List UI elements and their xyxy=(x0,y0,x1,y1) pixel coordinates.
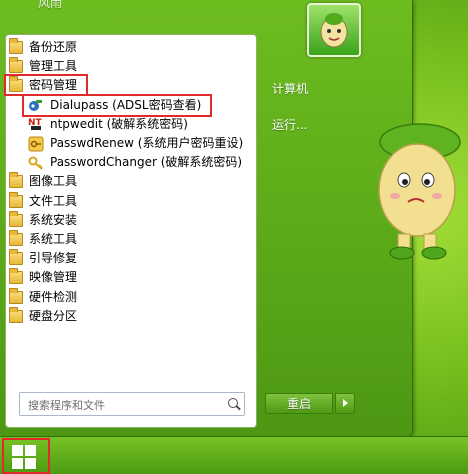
folder-icon xyxy=(9,287,23,304)
mascot-character-icon xyxy=(378,123,461,260)
highlight-box-dialupass xyxy=(22,94,212,117)
item-label: PasswdRenew (系统用户密码重设) xyxy=(50,136,244,151)
item-label: ntpwedit (破解系统密码) xyxy=(50,116,188,131)
folder-item-image-tools[interactable]: 图像工具 xyxy=(8,172,254,191)
passwdrenew-icon xyxy=(28,136,44,152)
item-label: 硬盘分区 xyxy=(29,308,78,323)
folder-item-disk-partition[interactable]: 硬盘分区 xyxy=(8,306,254,326)
item-label: 映像管理 xyxy=(29,270,78,285)
item-label: 系统工具 xyxy=(29,231,78,246)
item-label: 图像工具 xyxy=(29,174,78,189)
folder-item-system-tools[interactable]: 系统工具 xyxy=(8,229,254,249)
mascot-avatar-icon xyxy=(320,13,348,48)
user-avatar[interactable] xyxy=(307,3,361,57)
folder-item-backup-restore[interactable]: 备份还原 xyxy=(8,38,254,57)
ntpwedit-icon: NT xyxy=(28,116,44,132)
item-label: PasswordChanger (破解系统密码) xyxy=(50,155,243,170)
folder-icon xyxy=(9,57,23,74)
folder-icon xyxy=(9,229,23,246)
key-icon xyxy=(28,155,44,171)
app-item-ntpwedit[interactable]: NT ntpwedit (破解系统密码) xyxy=(8,115,254,134)
folder-icon xyxy=(9,306,23,323)
programs-pane: 备份还原 管理工具 密码管理 Dialupass (ADSL密码查看) NT n… xyxy=(4,34,257,428)
search-box[interactable] xyxy=(19,392,245,416)
item-label: 引导修复 xyxy=(29,251,78,266)
app-item-passwordchanger[interactable]: PasswordChanger (破解系统密码) xyxy=(8,153,254,172)
search-icon[interactable] xyxy=(228,398,238,408)
windows-logo-icon xyxy=(12,445,36,469)
folder-icon xyxy=(9,172,23,189)
right-item-computer[interactable]: 计算机 xyxy=(272,80,308,97)
folder-item-file-tools[interactable]: 文件工具 xyxy=(8,191,254,211)
item-label: 硬件检测 xyxy=(29,289,78,304)
folder-icon xyxy=(9,268,23,285)
folder-item-system-install[interactable]: 系统安装 xyxy=(8,210,254,230)
app-item-passwdrenew[interactable]: PasswdRenew (系统用户密码重设) xyxy=(8,134,254,153)
user-name: 风雨 xyxy=(38,0,63,10)
restart-button[interactable]: 重启 xyxy=(265,393,333,414)
folder-item-boot-repair[interactable]: 引导修复 xyxy=(8,249,254,268)
item-label: 系统安装 xyxy=(29,212,78,227)
right-item-run[interactable]: 运行... xyxy=(272,116,307,133)
start-menu: 风雨 备份还原 管理工具 密码管理 Dialupass (ADSL密码查看) N… xyxy=(0,0,413,437)
folder-icon xyxy=(9,210,23,227)
folder-item-hardware-detect[interactable]: 硬件检测 xyxy=(8,287,254,306)
folder-icon xyxy=(9,38,23,55)
search-input[interactable] xyxy=(26,396,220,414)
item-label: 备份还原 xyxy=(29,40,78,55)
folder-icon xyxy=(9,191,23,208)
start-button[interactable] xyxy=(2,438,50,474)
highlight-box-password-folder xyxy=(4,74,88,96)
taskbar xyxy=(0,436,468,474)
shutdown-options-button[interactable] xyxy=(335,393,355,414)
item-label: 文件工具 xyxy=(29,193,78,208)
folder-item-image-management[interactable]: 映像管理 xyxy=(8,268,254,287)
folder-icon xyxy=(9,249,23,266)
